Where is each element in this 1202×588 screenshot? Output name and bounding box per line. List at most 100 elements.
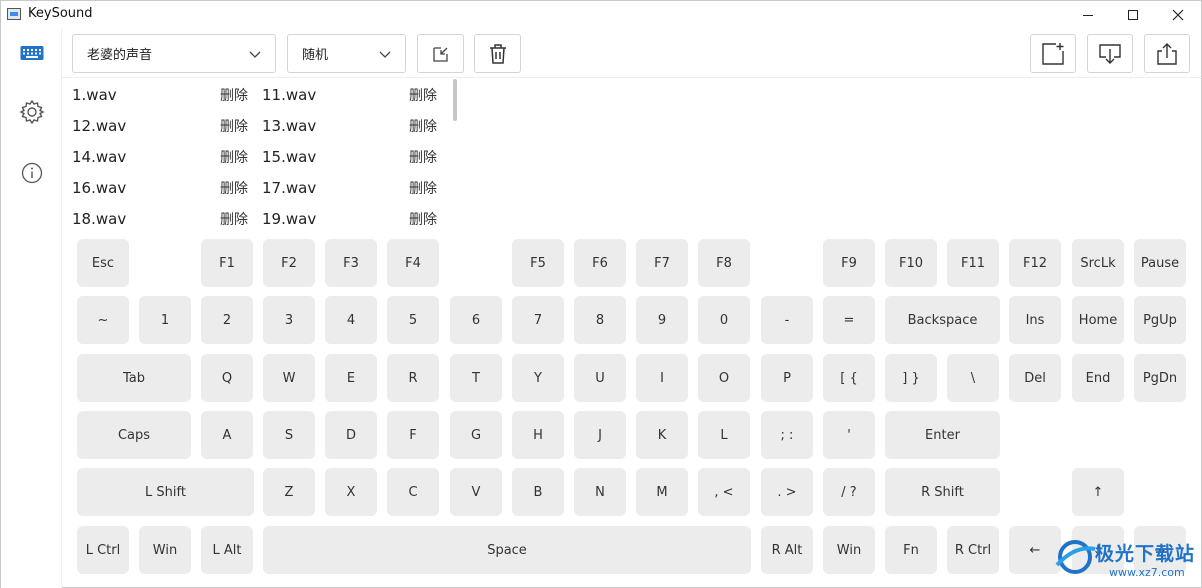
key-g[interactable]: G [450,411,502,459]
delete-file-link[interactable]: 删除 [220,116,260,136]
key-sym-10[interactable]: ; : [761,411,813,459]
key-sym-12[interactable]: ] } [885,354,937,402]
key-c[interactable]: C [387,468,439,516]
key-f10[interactable]: F10 [885,239,937,287]
key-f5[interactable]: F5 [512,239,564,287]
key-4[interactable]: 4 [325,296,377,344]
play-mode-select[interactable]: 随机 [287,34,406,73]
sound-pack-select[interactable]: 老婆的声音 [72,34,276,73]
key-8[interactable]: 8 [574,296,626,344]
key-e[interactable]: E [325,354,377,402]
key-caps[interactable]: Caps [77,411,191,459]
key-w[interactable]: W [263,354,315,402]
delete-file-link[interactable]: 删除 [409,147,449,167]
key-win[interactable]: Win [823,526,875,574]
delete-file-link[interactable]: 删除 [409,178,449,198]
key-r-alt[interactable]: R Alt [761,526,813,574]
key-sym-0[interactable]: ~ [77,296,129,344]
key-win[interactable]: Win [139,526,191,574]
key-pause[interactable]: Pause [1134,239,1186,287]
key-f9[interactable]: F9 [823,239,875,287]
delete-file-link[interactable]: 删除 [220,209,260,228]
key-sym-12[interactable]: = [823,296,875,344]
delete-file-link[interactable]: 删除 [220,147,260,167]
key-7[interactable]: 7 [512,296,564,344]
key-p[interactable]: P [761,354,813,402]
key-enter[interactable]: Enter [885,411,1000,459]
key-9[interactable]: 9 [636,296,688,344]
delete-file-link[interactable]: 删除 [220,178,260,198]
delete-file-link[interactable]: 删除 [220,85,260,105]
key-t[interactable]: T [450,354,502,402]
key-a[interactable]: A [201,411,253,459]
key-f1[interactable]: F1 [201,239,253,287]
key-r-ctrl[interactable]: R Ctrl [947,526,999,574]
new-file-button[interactable] [1030,34,1076,73]
key-l-alt[interactable]: L Alt [201,526,253,574]
key-f2[interactable]: F2 [263,239,315,287]
key-o[interactable]: O [698,354,750,402]
key-m[interactable]: M [636,468,688,516]
key-space[interactable]: Space [263,526,751,574]
key-end[interactable]: End [1072,354,1124,402]
key-srclk[interactable]: SrcLk [1072,239,1124,287]
key-x[interactable]: X [325,468,377,516]
key-z[interactable]: Z [263,468,315,516]
key-s[interactable]: S [263,411,315,459]
key-f[interactable]: F [387,411,439,459]
delete-file-link[interactable]: 删除 [409,85,449,105]
key-sym-9[interactable]: . > [761,468,813,516]
delete-file-link[interactable]: 删除 [409,116,449,136]
key-sym-12[interactable]: ↑ [1072,468,1124,516]
key-sym-11[interactable]: - [761,296,813,344]
key-r-shift[interactable]: R Shift [885,468,1000,516]
key-ins[interactable]: Ins [1009,296,1061,344]
delete-all-button[interactable] [474,34,521,73]
sidebar-item-keyboard[interactable] [16,37,48,69]
key-f3[interactable]: F3 [325,239,377,287]
key-v[interactable]: V [450,468,502,516]
import-button[interactable] [1087,34,1133,73]
key-f4[interactable]: F4 [387,239,439,287]
delete-file-link[interactable]: 删除 [409,209,449,228]
key-j[interactable]: J [574,411,626,459]
key-l-ctrl[interactable]: L Ctrl [77,526,129,574]
key-sym-8[interactable]: , < [698,468,750,516]
sidebar-item-settings[interactable] [16,96,48,128]
key-n[interactable]: N [574,468,626,516]
key-d[interactable]: D [325,411,377,459]
key-y[interactable]: Y [512,354,564,402]
key-1[interactable]: 1 [139,296,191,344]
key-backspace[interactable]: Backspace [885,296,1000,344]
key-6[interactable]: 6 [450,296,502,344]
key-pgdn[interactable]: PgDn [1134,354,1186,402]
key-5[interactable]: 5 [387,296,439,344]
key-r[interactable]: R [387,354,439,402]
key-h[interactable]: H [512,411,564,459]
key-l[interactable]: L [698,411,750,459]
file-list-scrollbar[interactable] [453,79,457,121]
key-tab[interactable]: Tab [77,354,191,402]
key-del[interactable]: Del [1009,354,1061,402]
key-l-shift[interactable]: L Shift [77,468,254,516]
key-f6[interactable]: F6 [574,239,626,287]
key-pgup[interactable]: PgUp [1134,296,1186,344]
key-b[interactable]: B [512,468,564,516]
key-f12[interactable]: F12 [1009,239,1061,287]
sidebar-item-about[interactable] [16,157,48,189]
key-q[interactable]: Q [201,354,253,402]
key-2[interactable]: 2 [201,296,253,344]
minimize-button[interactable] [1065,1,1111,29]
close-button[interactable] [1155,1,1201,29]
key-fn[interactable]: Fn [885,526,937,574]
maximize-button[interactable] [1110,1,1156,29]
key-3[interactable]: 3 [263,296,315,344]
export-button[interactable] [1144,34,1190,73]
key-f7[interactable]: F7 [636,239,688,287]
key-0[interactable]: 0 [698,296,750,344]
key-sym-11[interactable]: ' [823,411,875,459]
key-esc[interactable]: Esc [77,239,129,287]
key-sym-11[interactable]: [ { [823,354,875,402]
key-sym-13[interactable]: \ [947,354,999,402]
open-folder-button[interactable] [417,34,464,73]
